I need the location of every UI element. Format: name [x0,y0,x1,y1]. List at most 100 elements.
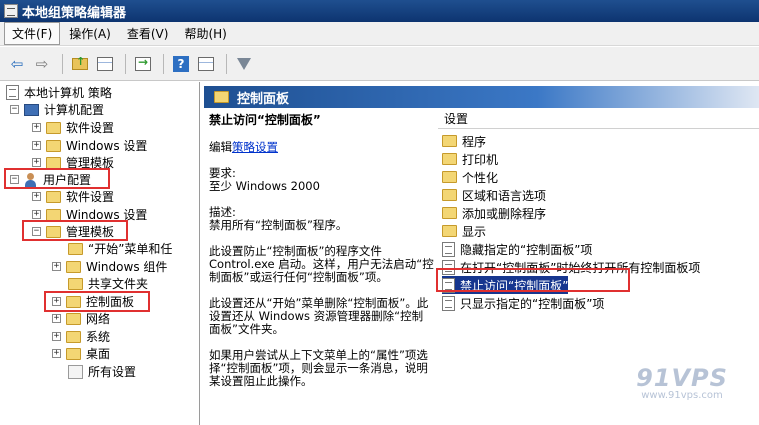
tree-item-user-config[interactable]: − 用户配置 [10,171,91,188]
description-text: 禁用所有“控制面板”程序。 [209,218,348,232]
toolbar-separator [163,53,164,74]
tree-item-label: 控制面板 [86,293,135,310]
up-folder-icon[interactable] [69,53,91,75]
folder-icon [214,91,229,103]
content-header: 控制面板 [204,86,759,108]
tree-item-label: “开始”菜单和任 [88,242,173,256]
expand-icon[interactable]: + [32,141,41,150]
show-hide-tree-icon[interactable] [94,53,116,75]
description-paragraph-1: 此设置防止“控制面板”的程序文件 Control.exe 启动。这样，用户无法启… [209,244,434,284]
tree-item-uc-admin[interactable]: − 管理模板 [32,223,114,240]
expand-icon[interactable]: + [52,262,61,271]
settings-row-label: 显示 [462,224,487,239]
tree-item-desktop[interactable]: + 桌面 [52,345,110,362]
folder-icon [66,312,81,325]
expand-icon[interactable]: + [52,332,61,341]
settings-row-label: 打印机 [462,152,499,167]
tree-item-label: Windows 设置 [66,208,148,222]
folder-icon [66,260,81,273]
help-icon[interactable]: ? [173,55,189,72]
policy-icon [6,85,19,100]
folder-icon [68,242,83,255]
folder-icon [46,156,61,169]
tree-item-label: Windows 设置 [66,139,148,153]
toolbar-separator [125,53,126,74]
folder-icon [442,207,457,219]
tree-item-cc-software[interactable]: + 软件设置 [32,119,114,136]
settings-policy-row[interactable]: 隐藏指定的“控制面板”项 [442,240,592,258]
policy-icon [442,277,455,293]
tree-item-label: 网络 [86,312,111,326]
app-icon [4,4,18,18]
policy-icon [442,241,455,257]
back-arrow-icon[interactable]: ⇦ [6,53,28,75]
tree-item-uc-windows[interactable]: + Windows 设置 [32,206,147,223]
folder-icon [46,190,61,203]
tree-item-control-panel[interactable]: + 控制面板 [52,293,135,310]
settings-folder-row[interactable]: 区域和语言选项 [442,186,546,204]
expand-icon[interactable]: + [52,349,61,358]
expand-icon[interactable]: + [52,297,61,306]
settings-icon [68,364,83,379]
tree-item-label: 所有设置 [88,365,137,379]
tree-item-uc-software[interactable]: + 软件设置 [32,188,114,205]
tree-item-label: 计算机配置 [44,103,105,117]
forward-arrow-icon[interactable]: ⇨ [31,53,53,75]
toolbar-separator [62,53,63,74]
settings-column-header[interactable]: 设置 [438,111,759,129]
tree-item-cc-windows[interactable]: + Windows 设置 [32,137,147,154]
settings-policy-row[interactable]: 只显示指定的“控制面板”项 [442,294,604,312]
settings-folder-row[interactable]: 添加或删除程序 [442,204,546,222]
tree-item-all-settings[interactable]: 所有设置 [68,363,136,380]
menu-action[interactable]: 操作(A) [62,23,118,44]
expand-icon[interactable]: + [32,210,41,219]
expand-icon[interactable]: + [32,123,41,132]
expand-icon[interactable]: + [32,158,41,167]
settings-row-label: 程序 [462,134,487,149]
tree-item-computer-config[interactable]: − 计算机配置 [10,101,104,118]
tree-item-label: 软件设置 [66,190,115,204]
collapse-icon[interactable]: − [10,105,19,114]
settings-folder-row[interactable]: 打印机 [442,150,498,168]
policy-title: 禁止访问“控制面板” [209,113,321,127]
expand-icon[interactable]: + [32,192,41,201]
content-header-title: 控制面板 [237,91,290,107]
menu-view[interactable]: 查看(V) [120,23,176,44]
export-list-icon[interactable] [132,53,154,75]
requirements: 要求: 至少 Windows 2000 [209,167,434,193]
requirements-value: 至少 Windows 2000 [209,179,320,193]
folder-icon [68,277,83,290]
tree-item-windows-components[interactable]: + Windows 组件 [52,258,167,275]
settings-policy-row[interactable]: 在打开“控制面板”时始终打开所有控制面板项 [442,258,700,276]
tree-item-local-computer-policy[interactable]: 本地计算机 策略 [6,84,112,101]
description-paragraph-2: 此设置还从“开始”菜单删除“控制面板”。此设置还从 Windows 资源管理器删… [209,296,429,336]
settings-folder-row[interactable]: 个性化 [442,168,498,186]
description-label: 描述: [209,205,236,219]
user-icon [24,172,38,187]
watermark-title: 91VPS [636,364,728,392]
settings-folder-row[interactable]: 程序 [442,132,486,150]
policy-icon [442,295,455,311]
settings-policy-row[interactable]: 禁止访问“控制面板” [442,276,569,294]
menu-help[interactable]: 帮助(H) [177,23,233,44]
menu-file[interactable]: 文件(F) [4,22,61,45]
settings-folder-row[interactable]: 显示 [442,222,486,240]
settings-row-label: 添加或删除程序 [462,206,547,221]
properties-icon[interactable] [195,53,217,75]
toolbar-separator [226,53,227,74]
filter-icon[interactable] [233,53,255,75]
tree-item-label: 共享文件夹 [88,277,149,291]
tree-item-shared-folders[interactable]: 共享文件夹 [68,275,148,292]
settings-row-label: 在打开“控制面板”时始终打开所有控制面板项 [460,260,701,275]
edit-policy-link[interactable]: 策略设置 [232,140,278,154]
tree-item-cc-admin[interactable]: + 管理模板 [32,154,114,171]
tree-item-system[interactable]: + 系统 [52,328,110,345]
tree-item-start-menu[interactable]: “开始”菜单和任 [68,240,172,257]
folder-icon [66,330,81,343]
expand-icon[interactable]: + [52,314,61,323]
collapse-icon[interactable]: − [10,175,19,184]
collapse-icon[interactable]: − [32,227,41,236]
tree-item-label: 管理模板 [66,156,115,170]
tree-item-network[interactable]: + 网络 [52,310,110,327]
folder-icon [442,189,457,201]
